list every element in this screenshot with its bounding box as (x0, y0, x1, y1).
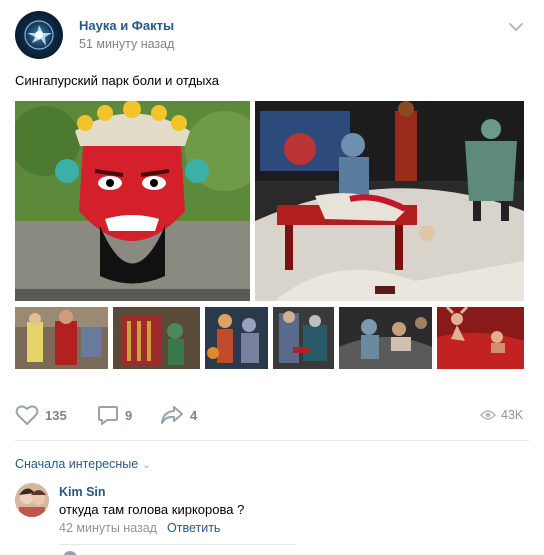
post-photo[interactable] (255, 101, 524, 301)
comments-sort-label: Сначала интересные (15, 457, 139, 471)
like-count: 135 (45, 407, 67, 423)
avatar[interactable] (15, 483, 49, 517)
avatar (63, 551, 77, 555)
divider (59, 544, 296, 545)
comment-button[interactable]: 9 (97, 395, 132, 435)
photo-thumbnail[interactable] (113, 307, 200, 369)
group-avatar[interactable] (15, 11, 63, 59)
photo-thumbnail[interactable] (205, 307, 268, 369)
photo-thumbnail[interactable] (15, 307, 108, 369)
photo-thumbnail[interactable] (339, 307, 432, 369)
comment-author[interactable]: Kim Sin (59, 485, 106, 499)
comment-icon (98, 406, 118, 425)
views-count: 43K (501, 408, 524, 422)
reply-button[interactable]: Ответить (167, 521, 220, 535)
post-photo[interactable] (15, 101, 250, 301)
comment-count: 9 (125, 407, 133, 423)
post-header: Наука и Факты 51 минуту назад (0, 0, 544, 70)
share-count: 4 (190, 407, 198, 423)
eye-icon (480, 410, 496, 420)
group-name[interactable]: Наука и Факты (79, 18, 174, 33)
like-button[interactable]: 135 (15, 395, 67, 435)
share-button[interactable]: 4 (160, 395, 197, 435)
post-actions: 135 9 4 43K (0, 395, 544, 435)
heart-icon (15, 405, 39, 425)
share-icon (161, 406, 183, 424)
divider (15, 440, 529, 441)
post-timestamp[interactable]: 51 минуту назад (79, 37, 174, 51)
chevron-down-icon[interactable] (506, 20, 526, 34)
photo-thumbnail[interactable] (437, 307, 524, 369)
photo-thumbnail[interactable] (273, 307, 334, 369)
comments-sort-dropdown[interactable]: Сначала интересные ⌄ (15, 457, 151, 471)
views-counter: 43K (480, 395, 523, 435)
comment-timestamp[interactable]: 42 минуты назад (59, 521, 157, 535)
comment-text: откуда там голова киркорова ? (59, 502, 245, 517)
chevron-down-icon: ⌄ (142, 460, 151, 471)
post-text: Сингапурский парк боли и отдыха (15, 73, 219, 88)
